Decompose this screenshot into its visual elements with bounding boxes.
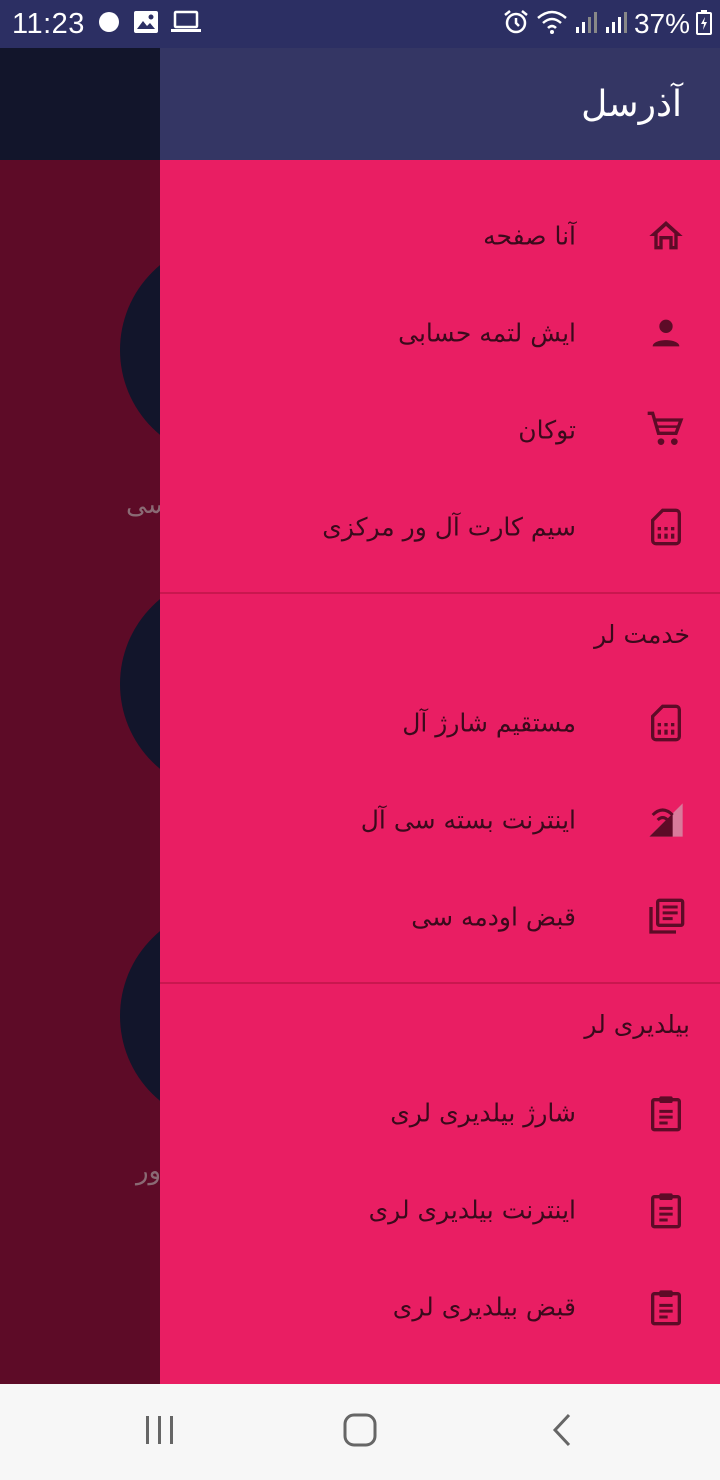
- menu-item-home[interactable]: آنا صفحه: [160, 187, 720, 284]
- menu-label: توکان: [518, 415, 576, 444]
- menu-label: شارژ بیلدیری لری: [390, 1098, 576, 1127]
- clipboard-icon: [646, 1093, 686, 1133]
- notification-dot-icon: [97, 10, 121, 38]
- battery-charging-icon: [696, 9, 712, 39]
- section-header-notifications: بیلدیری لر: [584, 1009, 690, 1039]
- background-text: ور: [136, 1156, 162, 1186]
- back-button[interactable]: [502, 1384, 622, 1480]
- menu-item-charge-notifications[interactable]: شارژ بیلدیری لری: [160, 1064, 720, 1161]
- alarm-icon: [502, 8, 530, 40]
- person-icon: [646, 313, 686, 353]
- navigation-drawer: آذرسل آنا صفحه ایش لتمه حسابی توکان سیم …: [160, 48, 720, 1384]
- menu-label: قبض اودمه سی: [411, 902, 576, 931]
- signal-bars-icon: [574, 9, 598, 39]
- menu-item-direct-charge[interactable]: مستقیم شارژ آل: [160, 674, 720, 771]
- menu-label: اینترنت بسته سی آل: [360, 805, 576, 834]
- back-icon: [547, 1412, 577, 1452]
- drawer-title: آذرسل: [581, 83, 682, 125]
- menu-label: قبض بیلدیری لری: [392, 1292, 576, 1321]
- laptop-icon: [170, 10, 201, 38]
- notifications-section: بیلدیری لر شارژ بیلدیری لری اینترنت بیلد…: [160, 984, 720, 1355]
- menu-label: مستقیم شارژ آل: [402, 708, 576, 737]
- battery-percentage: 37%: [633, 8, 690, 39]
- sim-card-icon: [646, 703, 686, 743]
- status-time: 11:23: [12, 7, 85, 40]
- cart-icon: [646, 410, 686, 450]
- library-books-icon: [646, 897, 686, 937]
- status-bar: 11:23 37%: [0, 0, 720, 48]
- signal-bars-icon-2: [604, 9, 628, 39]
- menu-item-internet-notifications[interactable]: اینترنت بیلدیری لری: [160, 1161, 720, 1258]
- clipboard-icon: [646, 1190, 686, 1230]
- home-icon: [646, 216, 686, 256]
- clipboard-icon: [646, 1287, 686, 1327]
- services-section: خدمت لر مستقیم شارژ آل اینترنت بسته سی آ…: [160, 594, 720, 965]
- home-button[interactable]: [300, 1384, 420, 1480]
- home-nav-icon: [342, 1412, 378, 1452]
- recent-apps-icon: [143, 1413, 177, 1451]
- system-navigation-bar: [0, 1384, 720, 1480]
- menu-label: آنا صفحه: [483, 221, 576, 250]
- menu-item-shop[interactable]: توکان: [160, 381, 720, 478]
- wifi-icon: [536, 9, 568, 39]
- menu-item-account[interactable]: ایش لتمه حسابی: [160, 284, 720, 381]
- menu-item-internet-package[interactable]: اینترنت بسته سی آل: [160, 771, 720, 868]
- gallery-icon: [133, 10, 159, 38]
- signal-icon: [646, 800, 686, 840]
- menu-item-bill-payment[interactable]: قبض اودمه سی: [160, 868, 720, 965]
- menu-item-bill-notifications[interactable]: قبض بیلدیری لری: [160, 1258, 720, 1355]
- menu-label: سیم کارت آل ور مرکزی: [322, 512, 576, 541]
- section-header-services: خدمت لر: [594, 619, 690, 649]
- main-menu-section: آنا صفحه ایش لتمه حسابی توکان سیم کارت آ…: [160, 160, 720, 575]
- sim-card-icon: [646, 507, 686, 547]
- menu-label: اینترنت بیلدیری لری: [368, 1195, 576, 1224]
- drawer-header: آذرسل: [160, 48, 720, 160]
- menu-item-sim-card[interactable]: سیم کارت آل ور مرکزی: [160, 478, 720, 575]
- menu-label: ایش لتمه حسابی: [398, 318, 576, 347]
- recent-apps-button[interactable]: [100, 1384, 220, 1480]
